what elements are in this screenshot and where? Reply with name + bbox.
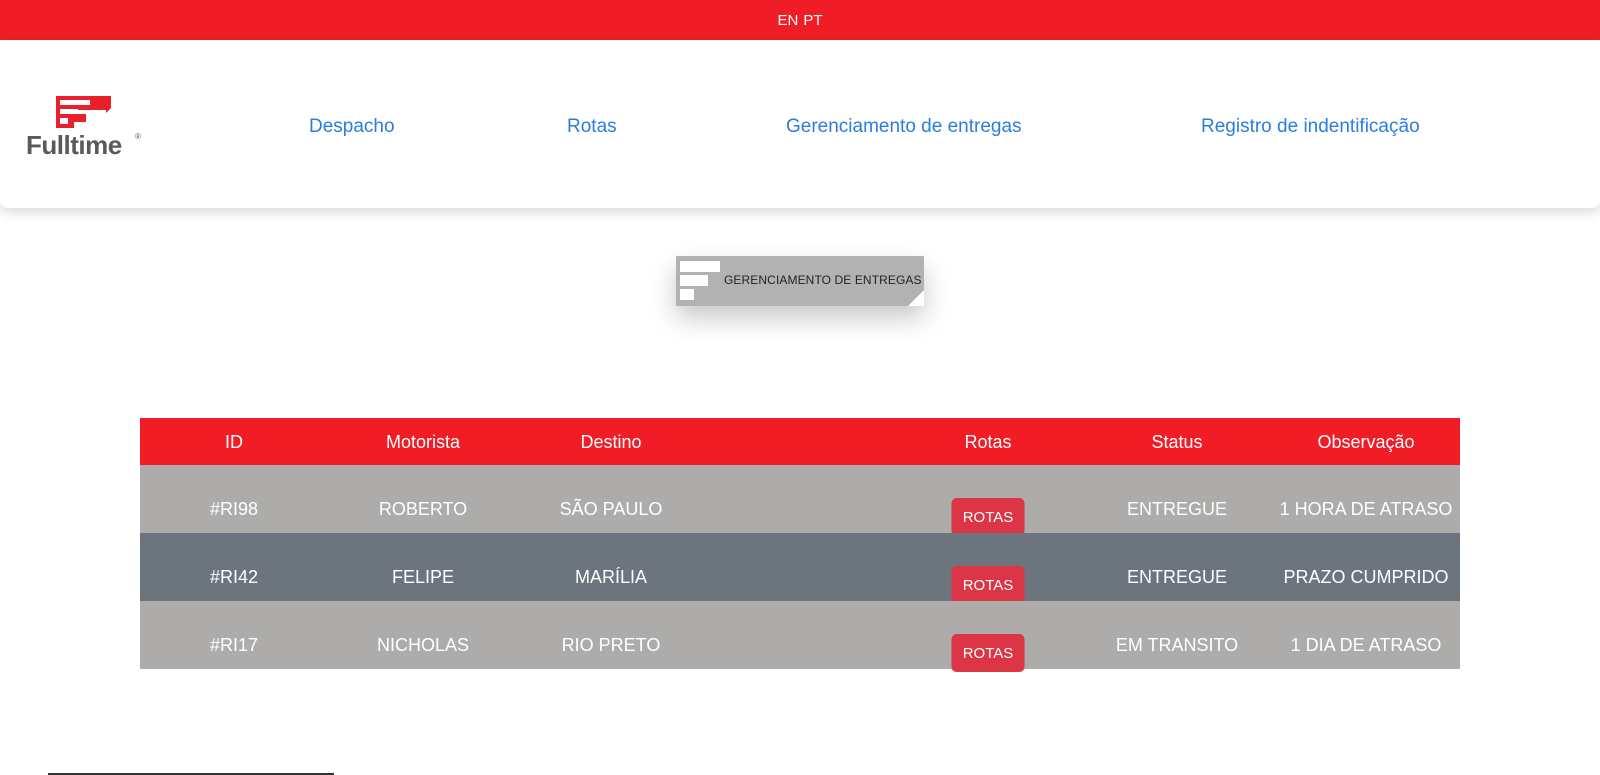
rotas-button[interactable]: ROTAS <box>951 634 1025 672</box>
row-id: #RI17 <box>209 635 259 655</box>
row-destino: RIO PRETO <box>561 635 661 655</box>
language-pt-link[interactable]: PT <box>803 12 822 29</box>
column-header-status: Status <box>1151 432 1203 452</box>
row-id: #RI98 <box>209 499 259 519</box>
logo-registered-mark: ® <box>135 132 141 141</box>
navbar: Fulltime ® Despacho Rotas Gerenciamento … <box>0 40 1600 208</box>
row-motorista: FELIPE <box>391 567 455 587</box>
row-observacao: 1 HORA DE ATRASO <box>1279 499 1453 519</box>
column-header-rotas: Rotas <box>964 432 1012 452</box>
banner-corner-fold <box>908 290 924 306</box>
column-header-observacao: Observação <box>1317 432 1415 452</box>
column-header-id: ID <box>225 432 243 452</box>
page-title: GERENCIAMENTO DE ENTREGAS <box>724 273 922 287</box>
row-motorista: ROBERTO <box>378 499 468 519</box>
table-row: #RI17 NICHOLAS RIO PRETO ROTAS EM TRANSI… <box>140 601 1460 672</box>
row-id: #RI42 <box>209 567 259 587</box>
fulltime-logo[interactable]: Fulltime ® <box>26 94 146 164</box>
banner-logo-bar <box>680 261 720 272</box>
table-row: #RI42 FELIPE MARÍLIA ROTAS ENTREGUE PRAZ… <box>140 533 1460 604</box>
logo-mark-icon <box>56 96 111 128</box>
nav-link-rotas[interactable]: Rotas <box>567 116 617 138</box>
nav-link-registro-de-identificacao[interactable]: Registro de indentificação <box>1201 116 1420 138</box>
table-row: #RI98 ROBERTO SÃO PAULO ROTAS ENTREGUE 1… <box>140 465 1460 536</box>
row-status: ENTREGUE <box>1126 499 1228 519</box>
table-header: ID Motorista Destino Rotas Status Observ… <box>140 418 1460 465</box>
language-en-link[interactable]: EN <box>777 12 798 29</box>
deliveries-table: ID Motorista Destino Rotas Status Observ… <box>140 418 1460 672</box>
nav-link-gerenciamento-de-entregas[interactable]: Gerenciamento de entregas <box>786 116 1022 138</box>
row-observacao: 1 DIA DE ATRASO <box>1290 635 1442 655</box>
language-bar: EN PT <box>0 0 1600 40</box>
row-destino: MARÍLIA <box>574 567 648 587</box>
logo-text: Fulltime <box>26 130 122 160</box>
row-status: ENTREGUE <box>1126 567 1228 587</box>
column-header-destino: Destino <box>580 432 642 452</box>
column-header-motorista: Motorista <box>385 432 461 452</box>
rotas-button[interactable]: ROTAS <box>951 498 1025 536</box>
row-observacao: PRAZO CUMPRIDO <box>1283 567 1449 587</box>
row-destino: SÃO PAULO <box>559 499 663 519</box>
rotas-button[interactable]: ROTAS <box>951 566 1025 604</box>
banner-logo-bar <box>680 289 694 300</box>
page-title-banner: GERENCIAMENTO DE ENTREGAS <box>676 256 924 306</box>
row-status: EM TRANSITO <box>1115 635 1239 655</box>
row-motorista: NICHOLAS <box>376 635 470 655</box>
banner-logo-bar <box>680 275 708 286</box>
nav-link-despacho[interactable]: Despacho <box>309 116 395 138</box>
